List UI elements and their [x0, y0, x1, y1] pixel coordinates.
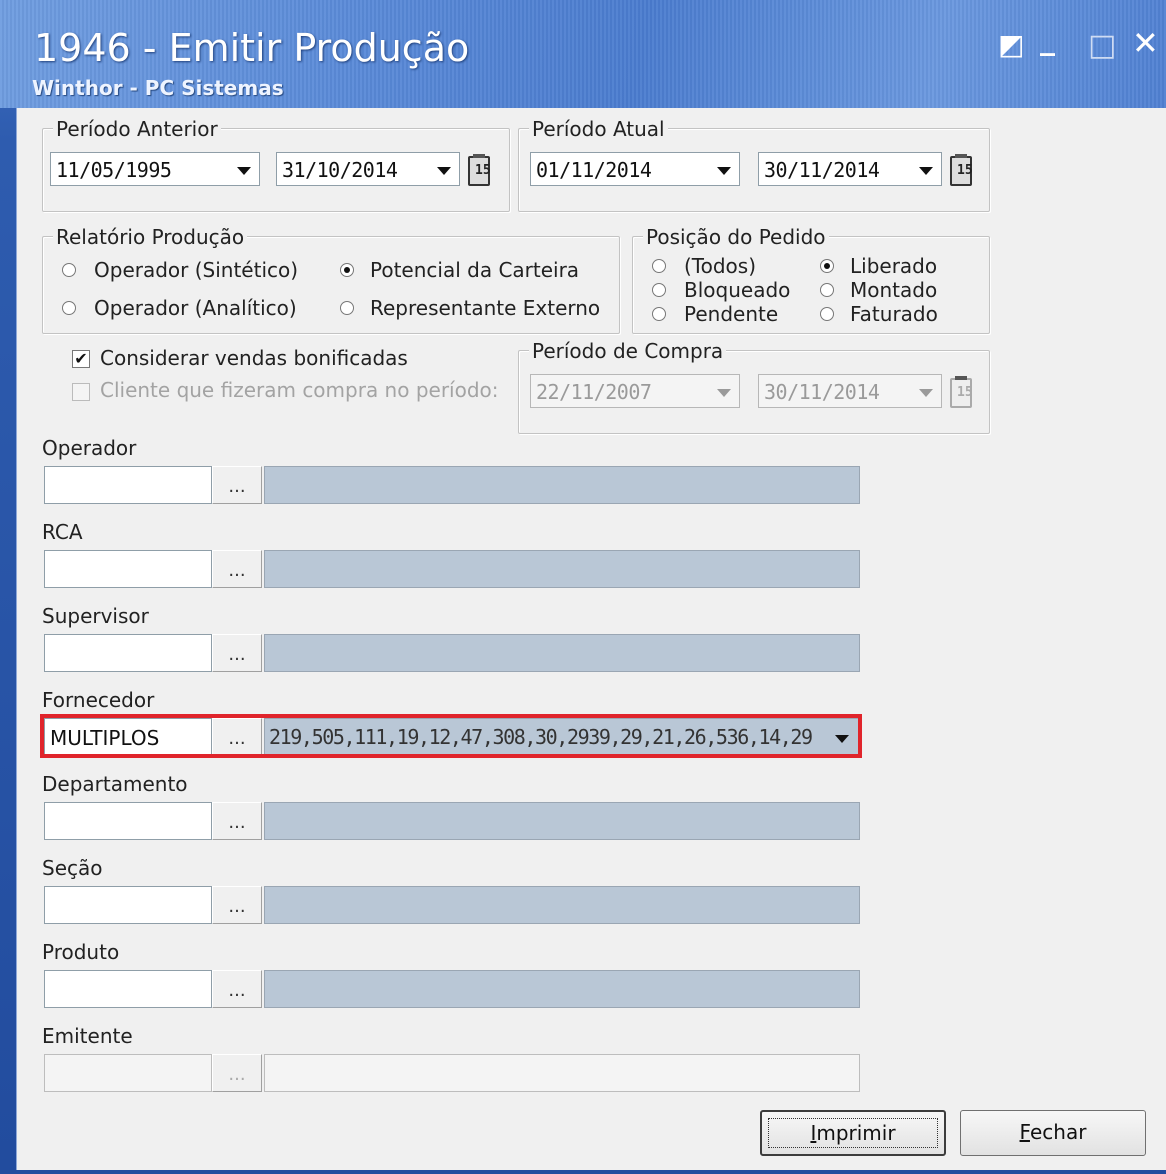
calendar-day-text: 15 — [957, 163, 973, 178]
emitente-description-field — [264, 1054, 860, 1092]
produto-label: Produto — [42, 940, 120, 964]
operador-lookup-button[interactable]: ... — [212, 466, 262, 504]
radio-label[interactable]: Operador (Analítico) — [94, 296, 297, 320]
title-bar[interactable]: 1946 - Emitir Produção Winthor - PC Sist… — [0, 0, 1166, 108]
cliente-compra-checkbox[interactable] — [72, 383, 90, 401]
emitente-code-input[interactable] — [44, 1054, 212, 1092]
dropdown-arrow-icon[interactable] — [717, 167, 731, 175]
calendar-day-text: 15 — [475, 163, 491, 178]
calendar-icon[interactable]: 15 — [468, 154, 491, 186]
operador-code-input[interactable] — [44, 466, 212, 504]
supervisor-description-field — [264, 634, 860, 672]
radio-label[interactable]: (Todos) — [684, 254, 756, 278]
rca-description-field — [264, 550, 860, 588]
fechar-button[interactable]: Fechar — [960, 1110, 1146, 1156]
produto-code-input[interactable] — [44, 970, 212, 1008]
calendar-icon[interactable]: 15 — [950, 376, 973, 408]
rca-lookup-button[interactable]: ... — [212, 550, 262, 588]
periodo-anterior-label: Período Anterior — [53, 117, 221, 141]
radio-label[interactable]: Pendente — [684, 302, 778, 326]
radio-liberado[interactable] — [820, 259, 834, 273]
dropdown-arrow-icon[interactable] — [437, 167, 451, 175]
app-window: 1946 - Emitir Produção Winthor - PC Sist… — [0, 0, 1166, 1174]
departamento-description-field — [264, 802, 860, 840]
radio-label[interactable]: Montado — [850, 278, 937, 302]
date-value: 22/11/2007 — [536, 380, 652, 404]
vendas-bonificadas-checkbox[interactable]: ✔ — [72, 350, 90, 368]
dropdown-arrow-icon[interactable] — [717, 389, 731, 397]
periodo-anterior-end-date[interactable]: 31/10/2014 — [276, 152, 460, 186]
periodo-compra-label: Período de Compra — [529, 339, 727, 363]
date-value: 31/10/2014 — [282, 158, 398, 182]
calendar-icon[interactable]: 15 — [950, 154, 973, 186]
emitente-lookup-button[interactable]: ... — [212, 1054, 262, 1092]
radio-pendente[interactable] — [652, 307, 666, 321]
radio-todos[interactable] — [652, 259, 666, 273]
posicao-pedido-label: Posição do Pedido — [643, 225, 829, 249]
fornecedor-highlight-box — [40, 714, 862, 758]
maximize-icon[interactable]: □ — [1088, 28, 1116, 63]
departamento-lookup-button[interactable]: ... — [212, 802, 262, 840]
periodo-atual-start-date[interactable]: 01/11/2014 — [530, 152, 740, 186]
radio-label[interactable]: Bloqueado — [684, 278, 790, 302]
radio-label[interactable]: Operador (Sintético) — [94, 258, 298, 282]
rca-label: RCA — [42, 520, 83, 544]
emitente-label: Emitente — [42, 1024, 133, 1048]
rca-code-input[interactable] — [44, 550, 212, 588]
dropdown-arrow-icon[interactable] — [919, 167, 933, 175]
produto-lookup-button[interactable]: ... — [212, 970, 262, 1008]
departamento-code-input[interactable] — [44, 802, 212, 840]
calendar-day-text: 15 — [957, 385, 973, 400]
secao-description-field — [264, 886, 860, 924]
periodo-atual-end-date[interactable]: 30/11/2014 — [758, 152, 942, 186]
radio-representante-externo[interactable] — [340, 301, 354, 315]
cliente-compra-label[interactable]: Cliente que fizeram compra no período: — [100, 378, 499, 402]
operador-label: Operador — [42, 436, 137, 460]
supervisor-label: Supervisor — [42, 604, 149, 628]
dropdown-arrow-icon[interactable] — [919, 389, 933, 397]
radio-label[interactable]: Liberado — [850, 254, 937, 278]
close-icon[interactable]: ✕ — [1132, 24, 1159, 62]
radio-bloqueado[interactable] — [652, 283, 666, 297]
radio-label[interactable]: Faturado — [850, 302, 938, 326]
date-value: 01/11/2014 — [536, 158, 652, 182]
fornecedor-label: Fornecedor — [42, 688, 155, 712]
window-title: 1946 - Emitir Produção — [34, 26, 470, 70]
radio-label[interactable]: Representante Externo — [370, 296, 600, 320]
date-value: 30/11/2014 — [764, 380, 880, 404]
secao-label: Seção — [42, 856, 103, 880]
produto-description-field — [264, 970, 860, 1008]
minimize-icon[interactable]: _ — [1040, 22, 1055, 57]
dropdown-arrow-icon[interactable] — [237, 167, 251, 175]
radio-operador-analitico[interactable] — [62, 301, 76, 315]
window-subtitle: Winthor - PC Sistemas — [32, 76, 284, 100]
date-value: 30/11/2014 — [764, 158, 880, 182]
date-value: 11/05/1995 — [56, 158, 172, 182]
radio-operador-sintetico[interactable] — [62, 263, 76, 277]
radio-montado[interactable] — [820, 283, 834, 297]
periodo-compra-start-date[interactable]: 22/11/2007 — [530, 374, 740, 408]
periodo-compra-end-date[interactable]: 30/11/2014 — [758, 374, 942, 408]
operador-description-field — [264, 466, 860, 504]
periodo-atual-label: Período Atual — [529, 117, 668, 141]
departamento-label: Departamento — [42, 772, 188, 796]
periodo-anterior-start-date[interactable]: 11/05/1995 — [50, 152, 260, 186]
secao-lookup-button[interactable]: ... — [212, 886, 262, 924]
radio-faturado[interactable] — [820, 307, 834, 321]
vendas-bonificadas-label[interactable]: Considerar vendas bonificadas — [100, 346, 408, 370]
supervisor-code-input[interactable] — [44, 634, 212, 672]
radio-potencial-carteira[interactable] — [340, 263, 354, 277]
imprimir-button[interactable]: Imprimir — [760, 1110, 946, 1156]
restore-icon[interactable]: ◩ — [998, 28, 1024, 61]
radio-label[interactable]: Potencial da Carteira — [370, 258, 579, 282]
secao-code-input[interactable] — [44, 886, 212, 924]
relatorio-producao-label: Relatório Produção — [53, 225, 248, 249]
supervisor-lookup-button[interactable]: ... — [212, 634, 262, 672]
